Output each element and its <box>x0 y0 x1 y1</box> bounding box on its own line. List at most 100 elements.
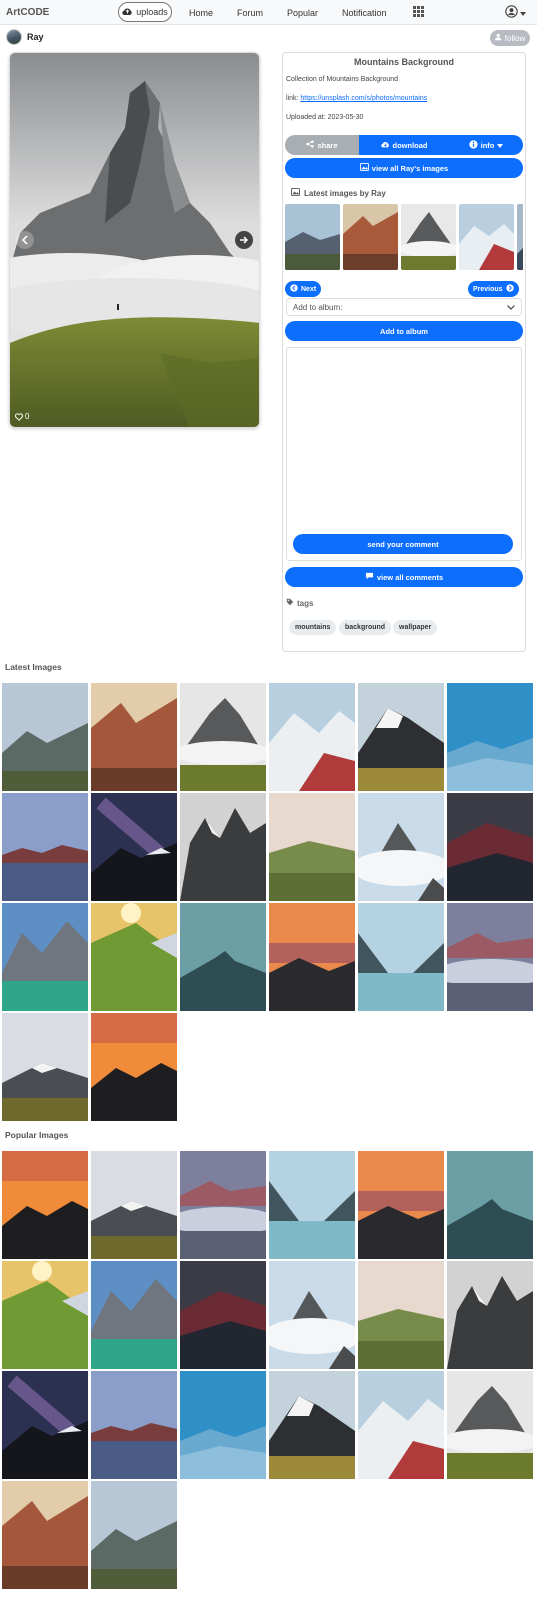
popular-images-heading: Popular Images <box>5 1130 69 1140</box>
send-comment-button[interactable]: send your comment <box>293 534 513 554</box>
gallery-image[interactable] <box>91 1013 177 1121</box>
gallery-image[interactable] <box>2 1261 88 1369</box>
heart-icon <box>15 412 23 421</box>
gallery-image[interactable] <box>91 1371 177 1479</box>
avatar[interactable] <box>6 29 22 45</box>
gallery-image[interactable] <box>447 793 533 901</box>
thumbnail[interactable] <box>517 204 523 270</box>
gallery-image[interactable] <box>358 793 444 901</box>
follow-button[interactable]: follow <box>490 30 530 46</box>
owner-name[interactable]: Ray <box>27 32 44 42</box>
gallery-image[interactable] <box>2 1013 88 1121</box>
gallery-image[interactable] <box>358 683 444 791</box>
comments-icon <box>365 572 374 582</box>
next-image-button[interactable] <box>235 231 253 249</box>
latest-images-heading: Latest Images <box>5 662 62 672</box>
gallery-image[interactable] <box>2 683 88 791</box>
gallery-image[interactable] <box>180 793 266 901</box>
gallery-image[interactable] <box>447 1371 533 1479</box>
tag-background[interactable]: background <box>339 620 392 635</box>
gallery-image[interactable] <box>358 1261 444 1369</box>
gallery-image[interactable] <box>180 903 266 1011</box>
thumbnail[interactable] <box>343 204 398 270</box>
add-to-album-button[interactable]: Add to album <box>285 321 523 341</box>
gallery-image[interactable] <box>180 683 266 791</box>
gallery-image[interactable] <box>2 793 88 901</box>
caret-down-icon <box>497 141 504 150</box>
previous-button[interactable]: Previous <box>468 281 519 297</box>
image-info-panel: Mountains Background Collection of Mount… <box>282 52 526 652</box>
gallery-image[interactable] <box>2 903 88 1011</box>
gallery-image[interactable] <box>447 1261 533 1369</box>
uploads-label: uploads <box>136 7 168 17</box>
gallery-image[interactable] <box>358 903 444 1011</box>
gallery-image[interactable] <box>269 1151 355 1259</box>
gallery-image[interactable] <box>2 1151 88 1259</box>
tag-mountains[interactable]: mountains <box>289 620 337 635</box>
gallery-image[interactable] <box>447 1151 533 1259</box>
info-icon <box>468 139 478 151</box>
brand-logo[interactable]: ArtCODE <box>6 7 49 18</box>
download-label: download <box>392 140 428 150</box>
user-menu[interactable] <box>505 5 526 20</box>
gallery-image[interactable] <box>91 683 177 791</box>
gallery-image[interactable] <box>358 1151 444 1259</box>
gallery-image[interactable] <box>91 1481 177 1589</box>
share-button[interactable]: share <box>285 135 359 155</box>
nav-forum[interactable]: Forum <box>237 8 263 18</box>
gallery-image[interactable] <box>180 1261 266 1369</box>
main-image[interactable]: 0 <box>9 52 260 428</box>
link-label: link: <box>286 95 299 102</box>
owner-info[interactable]: Ray <box>6 29 44 45</box>
cloud-download-icon <box>380 141 390 150</box>
gallery-image[interactable] <box>358 1371 444 1479</box>
comment-textarea[interactable] <box>286 347 522 561</box>
latest-by-label: Latest images by Ray <box>304 188 386 198</box>
gallery-image[interactable] <box>180 1151 266 1259</box>
arrow-left-icon <box>20 235 30 245</box>
gallery-image[interactable] <box>269 793 355 901</box>
gallery-image[interactable] <box>447 903 533 1011</box>
view-all-comments-button[interactable]: view all comments <box>285 567 523 587</box>
view-all-comments-label: view all comments <box>376 572 444 582</box>
thumbnail[interactable] <box>401 204 456 270</box>
previous-image-button[interactable] <box>16 231 34 249</box>
next-label: Next <box>301 285 317 293</box>
gallery-image[interactable] <box>91 1261 177 1369</box>
nav-popular[interactable]: Popular <box>287 8 318 18</box>
gallery-image[interactable] <box>269 1371 355 1479</box>
next-button[interactable]: Next <box>285 281 322 297</box>
circle-arrow-right-icon <box>505 284 514 294</box>
latest-by-heading: Latest images by Ray <box>291 188 386 198</box>
chevron-down-icon <box>507 303 515 312</box>
thumbnail[interactable] <box>459 204 514 270</box>
gallery-image[interactable] <box>269 903 355 1011</box>
gallery-image[interactable] <box>91 903 177 1011</box>
like-counter[interactable]: 0 <box>15 412 29 421</box>
nav-home[interactable]: Home <box>189 8 213 18</box>
gallery-image[interactable] <box>269 683 355 791</box>
tags-heading: tags <box>286 598 313 608</box>
images-icon <box>359 163 369 173</box>
tag-wallpaper[interactable]: wallpaper <box>393 620 438 635</box>
thumbnail[interactable] <box>285 204 340 270</box>
circle-arrow-left-icon <box>290 284 298 294</box>
previous-label: Previous <box>473 285 503 293</box>
gallery-image[interactable] <box>91 1151 177 1259</box>
gallery-image[interactable] <box>91 793 177 901</box>
upload-date: Uploaded at: 2023-05-30 <box>286 114 364 121</box>
gallery-image[interactable] <box>2 1481 88 1589</box>
gallery-image[interactable] <box>180 1371 266 1479</box>
add-to-album-label: Add to album <box>380 326 428 336</box>
nav-notification[interactable]: Notification <box>342 8 387 18</box>
uploads-button[interactable]: uploads <box>118 2 172 22</box>
view-all-images-button[interactable]: view all Ray's images <box>285 158 523 178</box>
info-dropdown-button[interactable]: info <box>449 135 523 155</box>
gallery-image[interactable] <box>447 683 533 791</box>
gallery-image[interactable] <box>269 1261 355 1369</box>
source-link[interactable]: https://unsplash.com/s/photos/mountains <box>300 95 427 102</box>
download-button[interactable]: download <box>359 135 449 155</box>
album-select[interactable]: Add to album: <box>286 298 522 316</box>
gallery-image[interactable] <box>2 1371 88 1479</box>
grid-icon[interactable] <box>413 6 424 17</box>
